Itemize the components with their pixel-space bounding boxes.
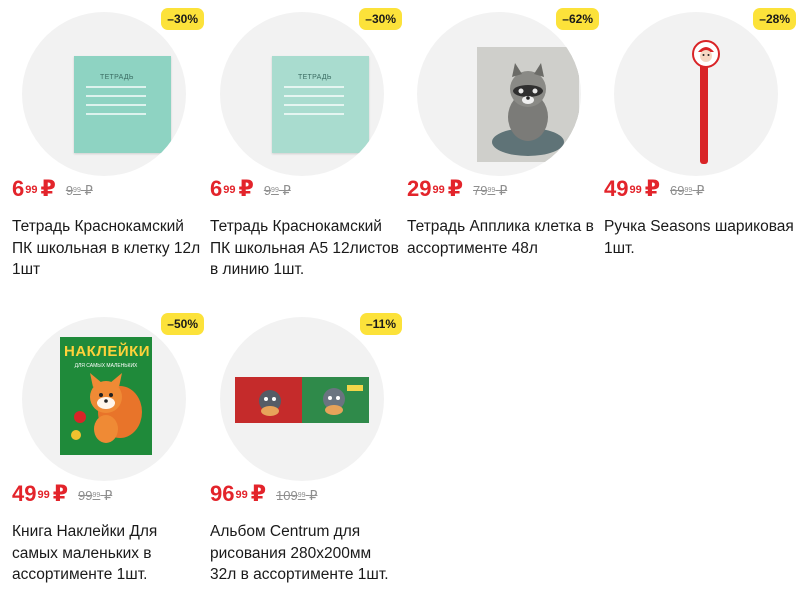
price-row: 9699 ₽ 10999 ₽ [210, 481, 317, 511]
product-image[interactable] [614, 12, 778, 176]
notebook-image: ТЕТРАДЬ [272, 56, 369, 153]
current-price: 4999 ₽ [604, 176, 661, 201]
notebook-image: ТЕТРАДЬ [74, 56, 171, 153]
price-row: 4999 ₽ 6999 ₽ [604, 176, 704, 206]
price-row: 699 ₽ 999 ₽ [210, 176, 291, 206]
product-title[interactable]: Тетрадь Краснокамский ПК школьная А5 12л… [210, 216, 400, 281]
drawing-album-image [235, 377, 369, 423]
old-price: 7999 ₽ [473, 183, 508, 198]
price-row: 4999 ₽ 9999 ₽ [12, 481, 112, 511]
product-title[interactable]: Тетрадь Апплика клетка в ассортименте 48… [407, 216, 597, 259]
old-price: 6999 ₽ [670, 183, 705, 198]
product-image[interactable] [417, 12, 581, 176]
raccoon-illustration [477, 47, 579, 162]
current-price: 699 ₽ [210, 176, 254, 201]
album-illustration [235, 377, 369, 423]
discount-badge: –30% [161, 8, 204, 30]
product-image[interactable]: НАКЛЕЙКИ ДЛЯ САМЫХ МАЛЕНЬКИХ [22, 317, 186, 481]
product-title[interactable]: Ручка Seasons шариковая 1шт. [604, 216, 794, 259]
price-row: 699 ₽ 999 ₽ [12, 176, 93, 206]
product-title[interactable]: Альбом Centrum для рисования 280x200мм 3… [210, 521, 400, 586]
old-price: 10999 ₽ [276, 488, 318, 503]
discount-badge: –30% [359, 8, 402, 30]
discount-badge: –28% [753, 8, 796, 30]
product-image[interactable]: ТЕТРАДЬ [22, 12, 186, 176]
current-price: 699 ₽ [12, 176, 56, 201]
discount-badge: –50% [161, 313, 204, 335]
current-price: 2999 ₽ [407, 176, 464, 201]
product-title[interactable]: Книга Наклейки Для самых маленьких в асс… [12, 521, 202, 586]
discount-badge: –62% [556, 8, 599, 30]
product-title[interactable]: Тетрадь Краснокамский ПК школьная в клет… [12, 216, 202, 281]
current-price: 4999 ₽ [12, 481, 69, 506]
old-price: 999 ₽ [65, 183, 93, 198]
product-grid: ТЕТРАДЬ –30% 699 ₽ 999 ₽ Тетрадь Краснока… [0, 0, 800, 611]
santa-pen-topper-icon [692, 40, 720, 68]
old-price: 999 ₽ [263, 183, 291, 198]
old-price: 9999 ₽ [78, 488, 113, 503]
sticker-book-image: НАКЛЕЙКИ ДЛЯ САМЫХ МАЛЕНЬКИХ [60, 337, 152, 455]
price-row: 2999 ₽ 7999 ₽ [407, 176, 507, 206]
raccoon-notebook-image [477, 47, 579, 162]
product-image[interactable]: ТЕТРАДЬ [220, 12, 384, 176]
pen-image [700, 54, 708, 164]
discount-badge: –11% [359, 313, 402, 335]
current-price: 9699 ₽ [210, 481, 267, 506]
product-image[interactable] [220, 317, 384, 481]
fox-illustration [71, 373, 142, 443]
